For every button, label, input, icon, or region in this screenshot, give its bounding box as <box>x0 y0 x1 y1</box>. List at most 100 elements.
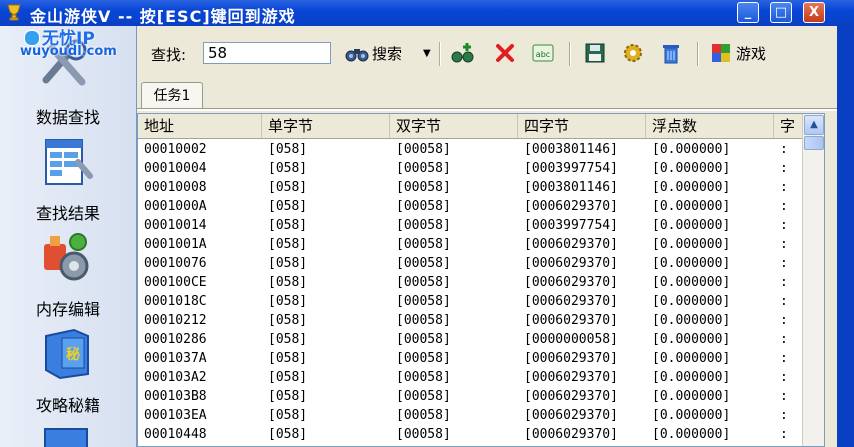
cell-word: [00058] <box>396 142 451 157</box>
sidebar-item-label: 查找结果 <box>35 204 100 223</box>
cell-string: : <box>780 313 788 328</box>
table-row[interactable]: 00010002 [058] [00058] [0003801146] [0.00000… <box>138 140 806 159</box>
cell-byte: [058] <box>268 256 308 271</box>
maximize-icon: □ <box>774 5 788 20</box>
column-header-word[interactable]: 双字节 <box>390 114 518 138</box>
toolbar-separator <box>439 42 441 66</box>
cell-string: : <box>780 161 788 176</box>
search-more-button[interactable] <box>451 39 475 67</box>
cell-word: [00058] <box>396 427 451 442</box>
cell-dword: [0006029370] <box>524 294 618 309</box>
tab-divider <box>137 108 837 111</box>
column-header-address[interactable]: 地址 <box>138 114 262 138</box>
cell-float: [0.000000] <box>652 256 731 271</box>
floppy-icon <box>585 43 605 63</box>
cell-string: : <box>780 142 788 157</box>
vertical-scrollbar[interactable]: ▲ <box>802 114 824 446</box>
gears-icon <box>44 233 89 281</box>
title-bar: 金山游侠V -- 按[ESC]键回到游戏 _ □ X <box>0 0 854 26</box>
minimize-icon: _ <box>744 5 752 20</box>
table-row[interactable]: 000103EA [058] [00058] [0006029370] [0.00000… <box>138 406 806 425</box>
trash-button[interactable] <box>659 39 683 67</box>
delete-button[interactable] <box>493 39 517 67</box>
cell-byte: [058] <box>268 237 308 252</box>
table-row[interactable]: 000100CE [058] [00058] [0006029370] [0.00000… <box>138 273 806 292</box>
cell-word: [00058] <box>396 218 451 233</box>
main-panel: 查找: 搜索 ▼ <box>137 26 837 447</box>
scroll-up-button[interactable]: ▲ <box>804 115 824 135</box>
binoculars-plus-icon <box>451 43 474 63</box>
cell-dword: [0006029370] <box>524 389 618 404</box>
cell-word: [00058] <box>396 180 451 195</box>
table-row[interactable]: 0001037A [058] [00058] [0006029370] [0.00000… <box>138 349 806 368</box>
minimize-button[interactable]: _ <box>737 2 759 23</box>
search-input[interactable] <box>203 42 331 64</box>
cell-byte: [058] <box>268 427 308 442</box>
watermark: 无忧IP wuyoudl.com <box>10 22 122 66</box>
cell-dword: [0003997754] <box>524 218 618 233</box>
table-row[interactable]: 00010212 [058] [00058] [0006029370] [0.00000… <box>138 311 806 330</box>
column-header-string[interactable]: 字 <box>774 114 802 138</box>
abc-button[interactable]: abc <box>531 39 555 67</box>
cell-string: : <box>780 351 788 366</box>
sidebar-item-game-secrets[interactable]: 秘 攻略秘籍 <box>0 318 136 415</box>
sidebar-item-memory-edit[interactable]: 内存编辑 <box>0 222 136 319</box>
table-row[interactable]: 0001018C [058] [00058] [0006029370] [0.00000… <box>138 292 806 311</box>
cell-address: 0001018C <box>144 294 207 309</box>
table-row[interactable]: 000103A2 [058] [00058] [0006029370] [0.00000… <box>138 368 806 387</box>
cell-string: : <box>780 237 788 252</box>
table-row[interactable]: 00010286 [058] [00058] [0000000058] [0.00000… <box>138 330 806 349</box>
cell-word: [00058] <box>396 161 451 176</box>
abc-icon: abc <box>532 44 554 62</box>
save-button[interactable] <box>583 39 607 67</box>
app-icon <box>7 4 21 21</box>
column-header-dword[interactable]: 四字节 <box>518 114 646 138</box>
cell-string: : <box>780 370 788 385</box>
search-dropdown[interactable]: ▼ <box>423 39 431 67</box>
cell-float: [0.000000] <box>652 408 731 423</box>
table-row[interactable]: 00010004 [058] [00058] [0003997754] [0.00000… <box>138 159 806 178</box>
chevron-up-icon: ▲ <box>810 119 818 130</box>
cell-address: 00010076 <box>144 256 207 271</box>
scroll-thumb[interactable] <box>804 136 824 150</box>
cell-string: : <box>780 199 788 214</box>
cell-byte: [058] <box>268 389 308 404</box>
sidebar-item-label: 攻略秘籍 <box>35 396 100 415</box>
svg-text:abc: abc <box>536 50 550 59</box>
sidebar-item-search-results[interactable]: 查找结果 <box>0 126 136 223</box>
table-row[interactable]: 0001000A [058] [00058] [0006029370] [0.00000… <box>138 197 806 216</box>
cell-byte: [058] <box>268 142 308 157</box>
binoculars-icon <box>345 49 369 62</box>
cell-dword: [0006029370] <box>524 370 618 385</box>
close-button[interactable]: X <box>803 2 825 23</box>
table-row[interactable]: 00010448 [058] [00058] [0006029370] [0.00000… <box>138 425 806 444</box>
cell-word: [00058] <box>396 389 451 404</box>
cell-byte: [058] <box>268 332 308 347</box>
cell-string: : <box>780 294 788 309</box>
table-row[interactable]: 00010076 [058] [00058] [0006029370] [0.00000… <box>138 254 806 273</box>
sidebar-item-label: 数据查找 <box>35 108 100 127</box>
cell-word: [00058] <box>396 199 451 214</box>
table-row[interactable]: 0001001A [058] [00058] [0006029370] [0.00000… <box>138 235 806 254</box>
column-header-byte[interactable]: 单字节 <box>262 114 390 138</box>
maximize-button[interactable]: □ <box>770 2 792 23</box>
cell-address: 0001037A <box>144 351 207 366</box>
game-button[interactable]: 游戏 <box>709 39 766 67</box>
watermark-url: wuyoudl.com <box>20 44 117 59</box>
sidebar-item-partial[interactable] <box>44 428 88 447</box>
column-header-float[interactable]: 浮点数 <box>646 114 774 138</box>
settings-button[interactable] <box>621 39 645 67</box>
cell-byte: [058] <box>268 313 308 328</box>
cell-string: : <box>780 389 788 404</box>
table-row[interactable]: 00010008 [058] [00058] [0003801146] [0.00000… <box>138 178 806 197</box>
table-row[interactable]: 000103B8 [058] [00058] [0006029370] [0.00000… <box>138 387 806 406</box>
cell-byte: [058] <box>268 351 308 366</box>
search-button[interactable]: 搜索 <box>345 39 402 67</box>
cell-address: 000103EA <box>144 408 207 423</box>
trash-icon <box>663 45 679 64</box>
toolbar: 查找: 搜索 ▼ <box>137 34 837 74</box>
document-results-icon <box>45 139 93 185</box>
cell-byte: [058] <box>268 180 308 195</box>
tab-task-1[interactable]: 任务1 <box>141 82 203 108</box>
table-row[interactable]: 00010014 [058] [00058] [0003997754] [0.00000… <box>138 216 806 235</box>
